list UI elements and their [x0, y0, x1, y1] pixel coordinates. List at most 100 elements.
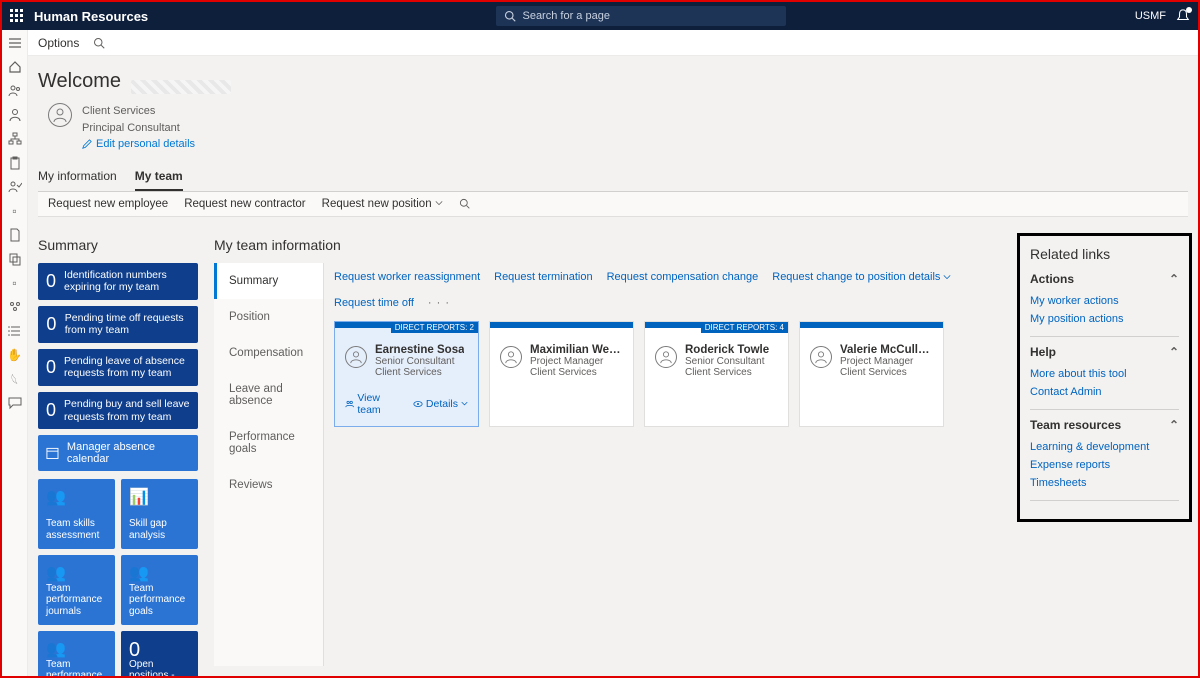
home-icon[interactable]	[8, 60, 22, 74]
notifications-icon[interactable]	[1176, 9, 1190, 24]
link-more-tool[interactable]: More about this tool	[1030, 365, 1179, 383]
calendar-label: Manager absence calendar	[67, 441, 190, 465]
section-help: Help	[1030, 345, 1056, 359]
chevron-up-icon[interactable]: ⌃	[1169, 418, 1179, 432]
details-link[interactable]: Details	[413, 392, 468, 416]
person-icon[interactable]	[8, 108, 22, 122]
document-icon[interactable]	[8, 228, 22, 242]
hamburger-icon[interactable]	[8, 36, 22, 50]
eye-icon	[413, 399, 423, 409]
related-links-panel: Related links Actions⌃ My worker actions…	[1017, 233, 1192, 522]
request-new-contractor[interactable]: Request new contractor	[184, 198, 305, 210]
org-icon[interactable]	[8, 132, 22, 146]
worker-cards: DIRECT REPORTS: 2 Earnestine Sosa Senior…	[334, 321, 1001, 427]
actionbar-search-icon[interactable]	[93, 36, 105, 50]
tile-perf-goals[interactable]: 👥Team performance goals	[121, 555, 198, 625]
legal-entity[interactable]: USMF	[1135, 10, 1166, 22]
persona-avatar-icon	[48, 103, 72, 127]
chart-icon: 📊	[129, 487, 190, 505]
persona-org: Client Services	[82, 103, 195, 120]
worker-role: Senior Consultant	[375, 356, 464, 367]
worker-role: Senior Consultant	[685, 356, 769, 367]
worker-role: Project Manager	[840, 356, 933, 367]
tab-my-team[interactable]: My team	[135, 163, 183, 191]
link-icon[interactable]: 𓆩	[8, 372, 22, 386]
link-position-actions[interactable]: My position actions	[1030, 310, 1179, 328]
link-contact-admin[interactable]: Contact Admin	[1030, 383, 1179, 401]
pivot-summary[interactable]: Summary	[214, 263, 323, 299]
tile-manager-calendar[interactable]: Manager absence calendar	[38, 435, 198, 471]
link-position-change[interactable]: Request change to position details	[772, 271, 951, 283]
view-team-link[interactable]: View team	[345, 392, 403, 416]
worker-name: Roderick Towle	[685, 344, 769, 356]
person-check-icon[interactable]	[8, 180, 22, 194]
sub-action-bar: Request new employee Request new contrac…	[38, 192, 1188, 217]
tile-pending-timeoff[interactable]: 0Pending time off requests from my team	[38, 306, 198, 343]
tile-team-skills[interactable]: 👥Team skills assessment	[38, 479, 115, 549]
pivot-position[interactable]: Position	[214, 299, 323, 335]
list-icon[interactable]	[8, 324, 22, 338]
link-timesheets[interactable]: Timesheets	[1030, 474, 1179, 492]
direct-reports-badge: DIRECT REPORTS: 4	[701, 322, 788, 333]
worker-dept: Client Services	[530, 367, 623, 378]
request-new-employee[interactable]: Request new employee	[48, 198, 168, 210]
pivot-leave[interactable]: Leave and absence	[214, 371, 323, 419]
summary-column: Summary 0Identification numbers expiring…	[28, 227, 208, 677]
link-learning[interactable]: Learning & development	[1030, 438, 1179, 456]
team-info-column: My team information Summary Position Com…	[208, 227, 1017, 677]
module-icon[interactable]: ▫	[8, 204, 22, 218]
link-comp-change[interactable]: Request compensation change	[607, 271, 759, 283]
worker-dept: Client Services	[685, 367, 769, 378]
edit-personal-details-link[interactable]: Edit personal details	[82, 136, 195, 153]
more-actions-icon[interactable]: · · ·	[428, 297, 450, 309]
hand-icon[interactable]: ✋	[8, 348, 22, 362]
avatar-icon	[655, 346, 677, 368]
pencil-icon	[82, 139, 92, 149]
tile-open-positions[interactable]: 0Open positions - Direct reports	[121, 631, 198, 676]
tile-pending-buysell[interactable]: 0Pending buy and sell leave requests fro…	[38, 392, 198, 429]
team-icon[interactable]	[8, 300, 22, 314]
redacted-name-stripe	[131, 80, 231, 94]
request-new-position[interactable]: Request new position	[322, 198, 443, 210]
pivot-compensation[interactable]: Compensation	[214, 335, 323, 371]
worker-card[interactable]: Valerie McCullou... Project Manager Clie…	[799, 321, 944, 427]
chevron-up-icon[interactable]: ⌃	[1169, 272, 1179, 286]
action-bar: Options	[28, 30, 1198, 56]
pivot-goals[interactable]: Performance goals	[214, 419, 323, 467]
tile-skill-gap[interactable]: 📊Skill gap analysis	[121, 479, 198, 549]
search-placeholder: Search for a page	[522, 10, 609, 22]
people-icon[interactable]	[8, 84, 22, 98]
app-launcher-icon[interactable]	[10, 9, 24, 23]
people-icon: 👥	[129, 563, 190, 581]
options-menu[interactable]: Options	[38, 36, 79, 50]
link-termination[interactable]: Request termination	[494, 271, 592, 283]
tile-perf-journals[interactable]: 👥Team performance journals	[38, 555, 115, 625]
worker-card[interactable]: DIRECT REPORTS: 2 Earnestine Sosa Senior…	[334, 321, 479, 427]
page-tabs: My information My team	[38, 163, 1188, 192]
worker-card[interactable]: Maximilian Werner Project Manager Client…	[489, 321, 634, 427]
worker-card[interactable]: DIRECT REPORTS: 4 Roderick Towle Senior …	[644, 321, 789, 427]
calendar-icon	[46, 446, 59, 460]
chevron-up-icon[interactable]: ⌃	[1169, 345, 1179, 359]
link-worker-actions[interactable]: My worker actions	[1030, 292, 1179, 310]
chevron-down-icon	[435, 199, 443, 207]
section-actions: Actions	[1030, 272, 1074, 286]
worker-name: Valerie McCullou...	[840, 344, 933, 356]
subaction-search-icon[interactable]	[459, 198, 470, 210]
pivot-list: Summary Position Compensation Leave and …	[214, 263, 324, 667]
clipboard-icon[interactable]	[8, 156, 22, 170]
link-time-off[interactable]: Request time off	[334, 297, 414, 309]
worker-role: Project Manager	[530, 356, 623, 367]
link-expense[interactable]: Expense reports	[1030, 456, 1179, 474]
section-team-resources: Team resources	[1030, 418, 1121, 432]
tile-id-numbers[interactable]: 0Identification numbers expiring for my …	[38, 263, 198, 300]
module2-icon[interactable]: ▫	[8, 276, 22, 290]
feedback-icon[interactable]	[8, 396, 22, 410]
link-reassignment[interactable]: Request worker reassignment	[334, 271, 480, 283]
copy-icon[interactable]	[8, 252, 22, 266]
pivot-reviews[interactable]: Reviews	[214, 467, 323, 503]
tile-pending-leave[interactable]: 0Pending leave of absence requests from …	[38, 349, 198, 386]
tile-perf-reviews[interactable]: 👥Team performance reviews	[38, 631, 115, 676]
tab-my-information[interactable]: My information	[38, 163, 117, 191]
global-search-input[interactable]: Search for a page	[496, 6, 786, 26]
